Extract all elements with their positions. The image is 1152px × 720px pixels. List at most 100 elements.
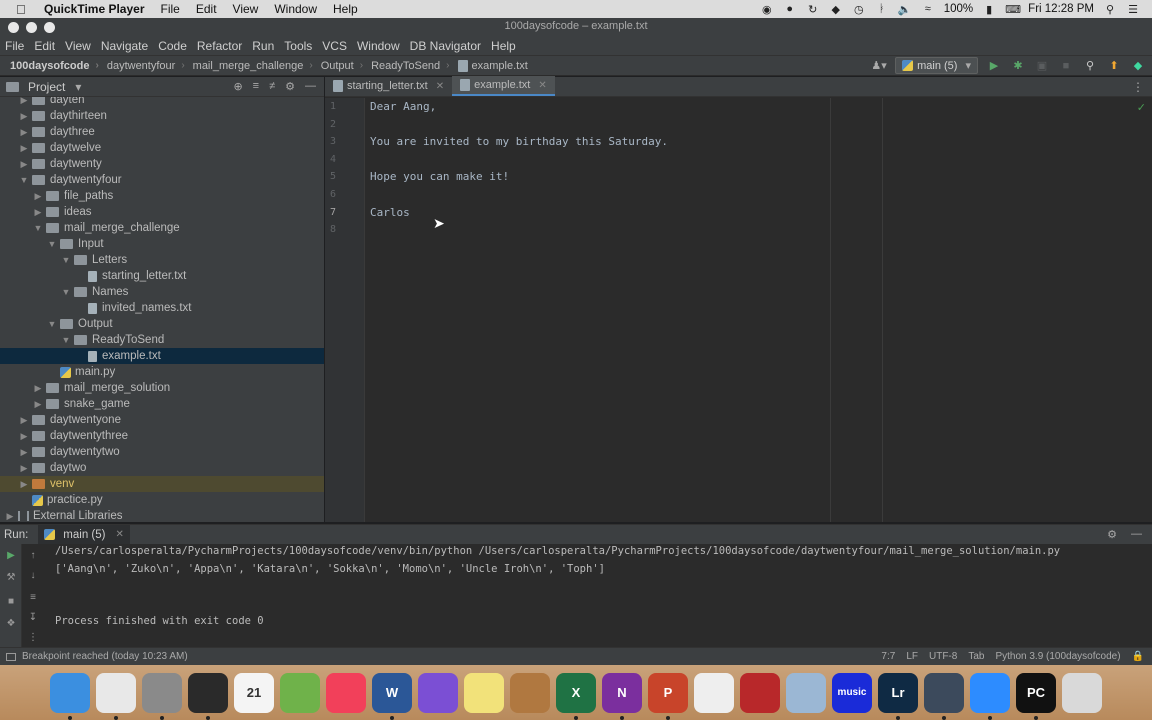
tree-item-daytwenty[interactable]: ▶ daytwenty xyxy=(0,156,324,172)
chevron-right-icon[interactable]: ▶ xyxy=(32,383,44,394)
settings-gear-icon[interactable]: ⚙ xyxy=(285,80,295,93)
breadcrumb-daytwentyfour[interactable]: daytwentyfour › xyxy=(107,60,185,72)
ide-menu-db-navigator[interactable]: DB Navigator xyxy=(410,39,481,53)
hide-panel-icon[interactable]: — xyxy=(305,80,316,93)
run-icon[interactable]: ▶ xyxy=(986,58,1002,74)
ide-menu-file[interactable]: File xyxy=(5,39,24,53)
ide-menu-run[interactable]: Run xyxy=(252,39,274,53)
dock-amazon-music-icon[interactable]: music xyxy=(832,672,872,713)
ide-menu-refactor[interactable]: Refactor xyxy=(197,39,242,53)
line-number-gutter[interactable]: 1 2 3 4 5 6 7 8 xyxy=(325,98,365,522)
chevron-down-icon[interactable]: ▼ xyxy=(60,287,72,297)
chevron-right-icon[interactable]: ▶ xyxy=(32,207,44,218)
debug-icon[interactable]: ✱ xyxy=(1010,58,1026,74)
close-icon[interactable]: ✕ xyxy=(538,80,546,91)
stop-icon[interactable]: ■ xyxy=(1058,58,1074,74)
tree-item-file-paths[interactable]: ▶ file_paths xyxy=(0,188,324,204)
chevron-right-icon[interactable]: ▶ xyxy=(18,479,30,490)
menubar-item-view[interactable]: View xyxy=(233,2,259,16)
menubar-item-edit[interactable]: Edit xyxy=(196,2,217,16)
stop-icon[interactable]: ■ xyxy=(5,596,17,608)
chevron-down-icon[interactable]: ▼ xyxy=(60,335,72,345)
tree-item-readytosend[interactable]: ▼ ReadyToSend xyxy=(0,332,324,348)
spotlight-search-icon[interactable]: ⚲ xyxy=(1103,3,1117,16)
chevron-down-icon[interactable]: ▼ xyxy=(18,175,30,185)
chevron-right-icon[interactable]: ▶ xyxy=(18,111,30,122)
wrench-icon[interactable]: ⚒ xyxy=(5,572,17,584)
chevron-right-icon[interactable]: ▶ xyxy=(18,97,30,106)
more-options-icon[interactable]: ⋮ xyxy=(1132,80,1144,94)
ide-menu-edit[interactable]: Edit xyxy=(34,39,55,53)
breadcrumb-output[interactable]: Output › xyxy=(321,60,363,72)
dock-preview-icon[interactable] xyxy=(786,672,826,713)
python-interpreter[interactable]: Python 3.9 (100daysofcode) xyxy=(995,651,1120,662)
dock-lightroom-icon[interactable]: Lr xyxy=(878,672,918,720)
collapse-all-icon[interactable]: ≠ xyxy=(269,80,275,93)
search-everywhere-icon[interactable]: ⚲ xyxy=(1082,58,1098,74)
tree-item-daythirteen[interactable]: ▶ daythirteen xyxy=(0,108,324,124)
tree-item-daythree[interactable]: ▶ daythree xyxy=(0,124,324,140)
time-machine-icon[interactable]: ◷ xyxy=(852,3,866,16)
line-separator[interactable]: LF xyxy=(906,651,918,662)
battery-icon[interactable]: ▮ xyxy=(982,3,996,16)
dock-quicktime-icon[interactable] xyxy=(924,672,964,720)
notification-center-icon[interactable]: ☰ xyxy=(1126,3,1140,16)
app-menu-name[interactable]: QuickTime Player xyxy=(44,2,145,16)
chevron-down-icon[interactable]: ▼ xyxy=(46,239,58,249)
tab-example-txt[interactable]: example.txt ✕ xyxy=(452,76,555,96)
hide-panel-icon[interactable]: — xyxy=(1131,528,1142,541)
creative-cloud-icon[interactable]: ● xyxy=(783,3,797,15)
chevron-right-icon[interactable]: ▶ xyxy=(32,191,44,202)
file-encoding[interactable]: UTF-8 xyxy=(929,651,957,662)
ide-menu-code[interactable]: Code xyxy=(158,39,187,53)
tree-item-snake-game[interactable]: ▶ snake_game xyxy=(0,396,324,412)
dock-trash-icon[interactable] xyxy=(1062,672,1102,713)
settings-gear-icon[interactable]: ⚙ xyxy=(1107,528,1117,541)
volume-icon[interactable]: 🔈 xyxy=(898,3,912,16)
tree-item-daytwentytwo[interactable]: ▶ daytwentytwo xyxy=(0,444,324,460)
record-icon[interactable]: ◉ xyxy=(760,3,774,16)
dock-word-icon[interactable]: W xyxy=(372,672,412,720)
chevron-down-icon[interactable]: ▼ xyxy=(46,319,58,329)
status-message[interactable]: Breakpoint reached (today 10:23 AM) xyxy=(22,651,188,662)
chevron-right-icon[interactable]: ▶ xyxy=(18,447,30,458)
inspection-ok-icon[interactable]: ✓ xyxy=(1137,101,1146,114)
breadcrumb-mail-merge-challenge[interactable]: mail_merge_challenge › xyxy=(193,60,313,72)
dock-stickies-icon[interactable] xyxy=(464,672,504,713)
dock-pycharm-icon[interactable]: PC xyxy=(1016,672,1056,720)
chevron-right-icon[interactable]: ▶ xyxy=(18,159,30,170)
pin-icon[interactable]: ❖ xyxy=(5,618,17,630)
tab-starting-letter[interactable]: starting_letter.txt ✕ xyxy=(325,76,452,96)
breadcrumb-readytosend[interactable]: ReadyToSend › xyxy=(371,60,449,72)
ide-menu-help[interactable]: Help xyxy=(491,39,516,53)
breadcrumb-project[interactable]: 100daysofcode › xyxy=(10,60,99,72)
caret-position[interactable]: 7:7 xyxy=(881,651,895,662)
apple-menu-icon[interactable]:  xyxy=(16,2,30,17)
tree-item-letters[interactable]: ▼ Letters xyxy=(0,252,324,268)
chevron-right-icon[interactable]: ▶ xyxy=(18,127,30,138)
run-configuration-select[interactable]: main (5) ▾ xyxy=(895,57,978,74)
chevron-down-icon[interactable]: ▼ xyxy=(32,223,44,233)
coverage-icon[interactable]: ▣ xyxy=(1034,58,1050,74)
menubar-item-window[interactable]: Window xyxy=(274,2,317,16)
tree-item-external-libraries[interactable]: ▶ External Libraries xyxy=(0,508,324,522)
chevron-down-icon[interactable]: ▼ xyxy=(60,255,72,265)
update-icon[interactable]: ⬆ xyxy=(1106,58,1122,74)
tree-item-main-py[interactable]: main.py xyxy=(0,364,324,380)
chevron-right-icon[interactable]: ▶ xyxy=(4,511,16,522)
tree-item-daytwo[interactable]: ▶ daytwo xyxy=(0,460,324,476)
close-icon[interactable]: ✕ xyxy=(115,529,123,540)
wifi-icon[interactable]: ≈ xyxy=(921,3,935,15)
locate-file-icon[interactable]: ⊕ xyxy=(233,80,242,93)
dock-activity-monitor-icon[interactable] xyxy=(188,672,228,720)
dock-powerpoint-icon[interactable]: P xyxy=(648,672,688,720)
tool-windows-icon[interactable] xyxy=(6,652,16,661)
code-with-me-icon[interactable]: ◆ xyxy=(1130,58,1146,74)
dock-imovie-icon[interactable] xyxy=(418,672,458,713)
ide-menu-navigate[interactable]: Navigate xyxy=(101,39,148,53)
tree-item-invited-names-txt[interactable]: invited_names.txt xyxy=(0,300,324,316)
print-icon[interactable]: ⋮ xyxy=(27,632,39,644)
dock-onenote-icon[interactable]: N xyxy=(602,672,642,720)
lock-icon[interactable]: 🔒 xyxy=(1132,651,1144,662)
keyboard-icon[interactable]: ⌨ xyxy=(1005,3,1021,16)
